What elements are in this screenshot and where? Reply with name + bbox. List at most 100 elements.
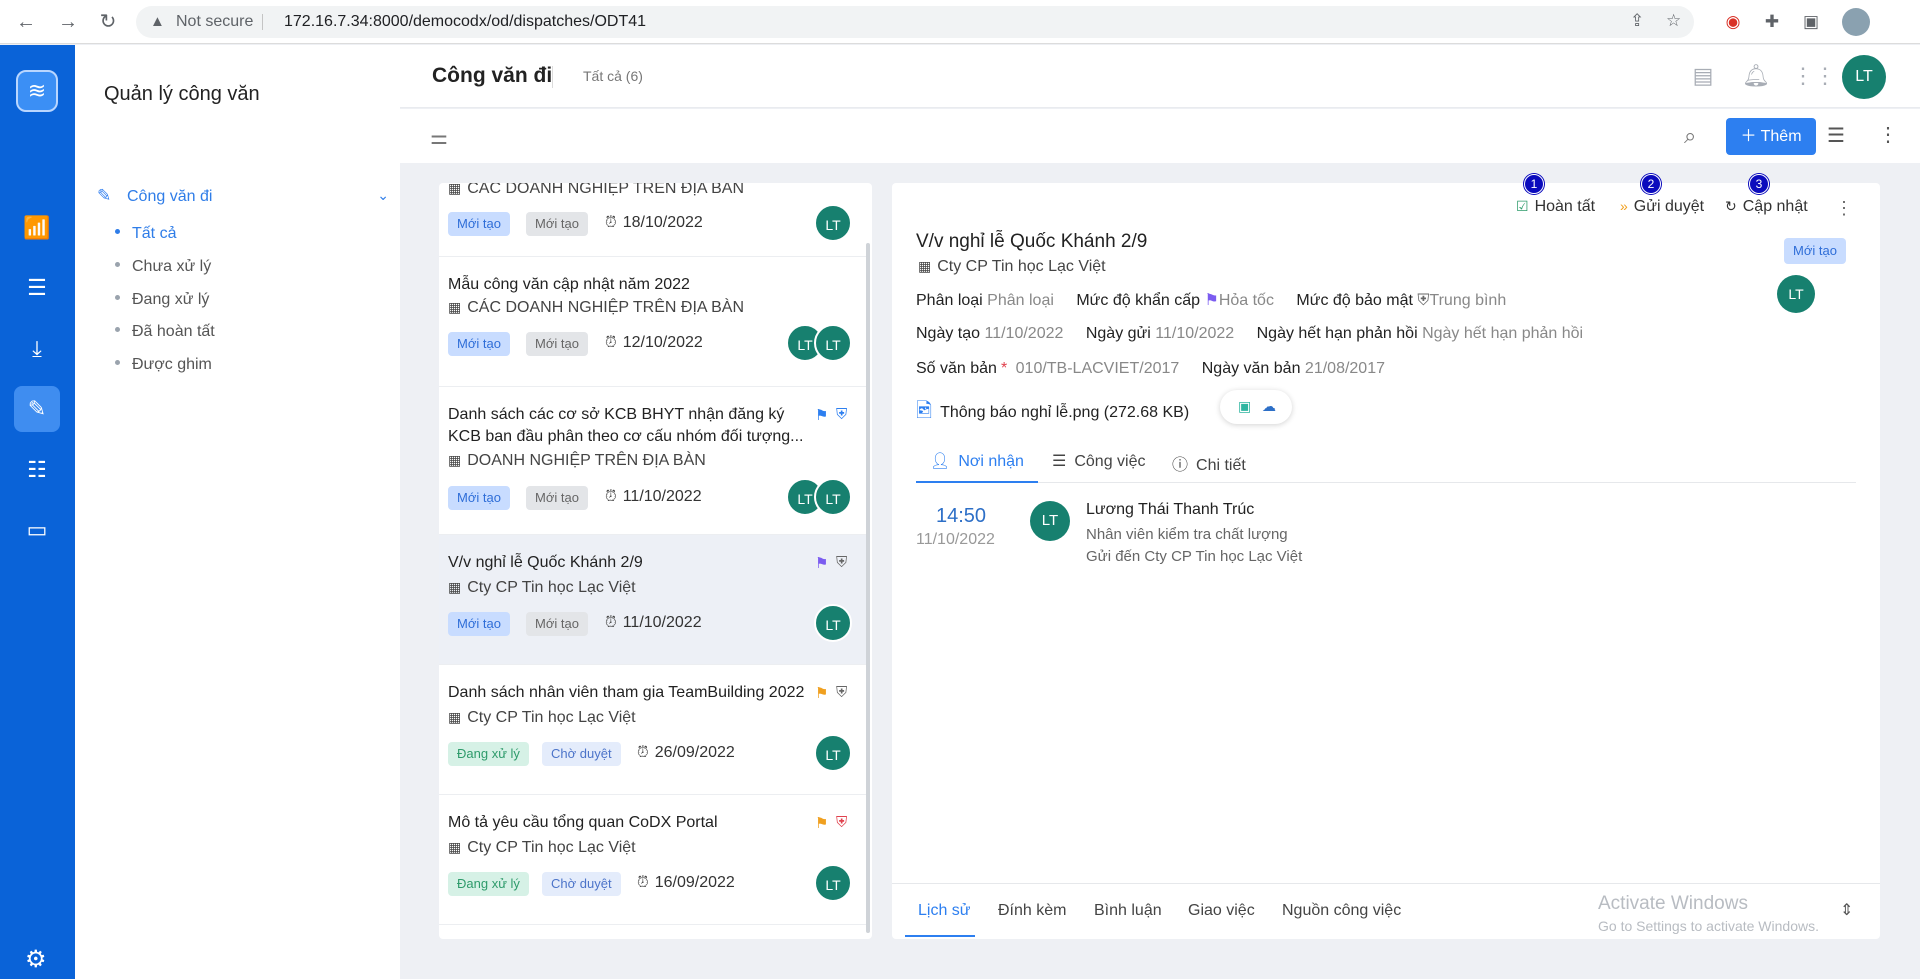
security-shield-icon: ⛨ bbox=[836, 814, 848, 831]
cloud-download-icon[interactable]: ☁ bbox=[1262, 398, 1276, 415]
list-item-date: ⏰︎ 12/10/2022 bbox=[605, 334, 703, 351]
status-badge: Đang xử lý bbox=[448, 742, 529, 766]
building-icon: ▦ bbox=[448, 452, 462, 468]
user-avatar[interactable]: LT bbox=[1842, 55, 1886, 99]
status-badge: Mới tạo bbox=[448, 612, 510, 636]
update-button[interactable]: ↻ Cập nhật bbox=[1725, 198, 1808, 216]
browser-chrome: ← → ↻ ▲ Not secure 172.16.7.34:8000/demo… bbox=[0, 0, 1920, 44]
list-item[interactable]: Danh sách các cơ sở KCB BHYT nhận đăng k… bbox=[439, 387, 866, 535]
list-item[interactable]: Mẫu công văn cập nhật năm 2022 ▦ CÁC DOAN… bbox=[439, 257, 866, 387]
building-icon: ▦ bbox=[448, 183, 462, 196]
apps-grid-icon[interactable]: ⋮⋮⋮ bbox=[1792, 63, 1858, 89]
list-item[interactable]: ▦ CÁC DOANH NGHIỆP TRÊN ĐỊA BÀN Mới tạo M… bbox=[439, 183, 866, 257]
tab-underline bbox=[916, 481, 1038, 483]
rail-inbox-icon[interactable]: ⤓ bbox=[14, 326, 60, 372]
forward-icon[interactable]: → bbox=[56, 10, 80, 34]
priority-flag-icon: ⚑ bbox=[815, 407, 829, 424]
priority-flag-icon: ⚑ bbox=[815, 555, 829, 572]
extensions-puzzle-icon[interactable]: ✚ bbox=[1761, 11, 1783, 33]
status-badge: Mới tạo bbox=[1784, 238, 1846, 264]
tab-details[interactable]: ⓘ Chi tiết bbox=[1172, 451, 1246, 475]
tab-task-source[interactable]: Nguồn công việc bbox=[1282, 902, 1401, 920]
step-number-badge: 3 bbox=[1749, 174, 1769, 194]
search-icon[interactable]: ⌕ bbox=[1684, 123, 1696, 149]
address-bar[interactable]: ▲ Not secure 172.16.7.34:8000/democodx/o… bbox=[136, 6, 1694, 38]
chevron-down-icon[interactable]: ⌄ bbox=[377, 187, 389, 204]
list-item-selected[interactable]: V/v nghỉ lễ Quốc Khánh 2/9 ⚑ ⛨ ▦ Cty CP T… bbox=[439, 535, 866, 665]
rail-clipboard-icon[interactable]: ☰ bbox=[14, 265, 60, 311]
bookmark-star-icon[interactable]: ☆ bbox=[1666, 11, 1681, 31]
field-row-classification: Phân loại Phân loại Mức độ khẩn cấp ⚑Hỏa… bbox=[916, 292, 1507, 309]
building-icon: ▦ bbox=[448, 579, 462, 595]
module-sidebar: Quản lý công văn ✎ Công văn đi ⌄ Tất cả … bbox=[75, 45, 400, 979]
add-button[interactable]: ＋ Thêm bbox=[1726, 118, 1816, 155]
recipient-role: Nhân viên kiểm tra chất lượng bbox=[1086, 526, 1288, 543]
building-icon: ▦ bbox=[448, 299, 462, 315]
sidebar-item-completed[interactable]: Đã hoàn tất bbox=[115, 323, 215, 341]
back-icon[interactable]: ← bbox=[14, 10, 38, 34]
preview-icon[interactable]: ▣ bbox=[1238, 398, 1251, 415]
recipient-time: 14:50 bbox=[936, 505, 987, 527]
tab-comments[interactable]: Bình luận bbox=[1094, 902, 1162, 920]
rail-archive-icon[interactable]: ☷ bbox=[14, 447, 60, 493]
complete-button[interactable]: ☑ Hoàn tất bbox=[1516, 198, 1595, 216]
list-item-date: ⏰︎ 11/10/2022 bbox=[605, 614, 702, 631]
dispatch-list: ▦ CÁC DOANH NGHIỆP TRÊN ĐỊA BÀN Mới tạo M… bbox=[439, 183, 872, 939]
tab-tasks[interactable]: ☰ Công việc bbox=[1052, 451, 1146, 471]
list-item-org: ▦ Cty CP Tin học Lạc Việt bbox=[448, 839, 636, 856]
sidebar-item-all[interactable]: Tất cả bbox=[115, 225, 176, 243]
side-panel-icon[interactable]: ▣ bbox=[1800, 11, 1822, 33]
filter-count-label[interactable]: Tất cả (6) bbox=[583, 68, 643, 84]
reload-icon[interactable]: ↻ bbox=[96, 10, 120, 34]
bell-icon[interactable]: 🔔︎ bbox=[1742, 63, 1770, 89]
tab-history[interactable]: Lịch sử bbox=[918, 902, 971, 920]
url-separator bbox=[262, 14, 263, 30]
expand-collapse-icon[interactable]: ⇕ bbox=[1840, 900, 1853, 920]
priority-flag-icon: ⚑ bbox=[815, 685, 829, 702]
filter-sliders-icon[interactable]: ⚌ bbox=[430, 125, 448, 150]
security-shield-icon: ⛨ bbox=[836, 684, 848, 701]
priority-flag-icon: ⚑ bbox=[815, 815, 829, 832]
list-item[interactable]: Mô tả yêu cầu tổng quan CoDX Portal ⚑ ⛨ … bbox=[439, 795, 866, 925]
tab-recipients[interactable]: 👤︎ Nơi nhận bbox=[930, 451, 1024, 471]
step-number-badge: 2 bbox=[1641, 174, 1661, 194]
avatar: LT bbox=[814, 324, 852, 362]
tab-attachments[interactable]: Đính kèm bbox=[998, 902, 1066, 920]
sidebar-item-pinned[interactable]: Được ghim bbox=[115, 356, 212, 374]
alarm-clock-icon: ⏰︎ bbox=[605, 614, 617, 631]
list-item-title: Danh sách nhân viên tham gia TeamBuildin… bbox=[448, 684, 805, 701]
rail-chart-icon[interactable]: 📶 bbox=[14, 205, 60, 251]
list-scrollbar[interactable] bbox=[866, 243, 870, 933]
calendar-notes-icon[interactable]: ▤ bbox=[1690, 63, 1716, 89]
settings-gear-icon[interactable]: ⚙ bbox=[25, 945, 47, 974]
list-item[interactable]: Danh sách nhân viên tham gia TeamBuildin… bbox=[439, 665, 866, 795]
sidebar-group-outgoing[interactable]: ✎ Công văn đi ⌄ bbox=[97, 186, 389, 210]
toolbar: ⚌ ⌕ ＋ Thêm ☰ ⋮ bbox=[400, 109, 1920, 163]
share-icon[interactable]: ⇪ bbox=[1630, 11, 1644, 31]
status-badge: Mới tạo bbox=[526, 332, 588, 356]
profile-avatar[interactable] bbox=[1842, 8, 1870, 36]
tab-underline bbox=[905, 935, 975, 937]
recipient-sent-to: Gửi đến Cty CP Tin học Lạc Việt bbox=[1086, 548, 1303, 565]
more-vertical-icon[interactable]: ⋮ bbox=[1835, 198, 1853, 219]
sidebar-item-processing[interactable]: Đang xử lý bbox=[115, 291, 209, 309]
app-logo-icon[interactable]: ≋ bbox=[16, 70, 58, 112]
more-vertical-icon[interactable]: ⋮ bbox=[1878, 122, 1898, 147]
double-chevron-icon: » bbox=[1620, 198, 1628, 214]
attachment-item[interactable]: 🖻 Thông báo nghỉ lễ.png (272.68 KB) bbox=[916, 396, 1189, 430]
not-secure-label: Not secure bbox=[176, 13, 254, 30]
status-badge: Mới tạo bbox=[526, 612, 588, 636]
list-item-date: ⏰︎ 26/09/2022 bbox=[637, 744, 735, 761]
status-badge: Chờ duyệt bbox=[542, 872, 621, 896]
page-title: Công văn đi bbox=[432, 64, 553, 87]
list-view-icon[interactable]: ☰ bbox=[1827, 123, 1845, 148]
record-extension-icon[interactable]: ◉ bbox=[1722, 11, 1744, 33]
url-text[interactable]: 172.16.7.34:8000/democodx/od/dispatches/… bbox=[284, 13, 646, 31]
step-number-badge: 1 bbox=[1524, 174, 1544, 194]
list-item-org: ▦ CÁC DOANH NGHIỆP TRÊN ĐỊA BÀN bbox=[448, 299, 745, 316]
rail-monitor-icon[interactable]: ▭ bbox=[14, 507, 60, 553]
rail-outgoing-docs-icon[interactable]: ✎ bbox=[14, 386, 60, 432]
tab-assign-task[interactable]: Giao việc bbox=[1188, 902, 1255, 920]
send-approval-button[interactable]: » Gửi duyệt bbox=[1620, 198, 1704, 216]
sidebar-item-unprocessed[interactable]: Chưa xử lý bbox=[115, 258, 211, 276]
